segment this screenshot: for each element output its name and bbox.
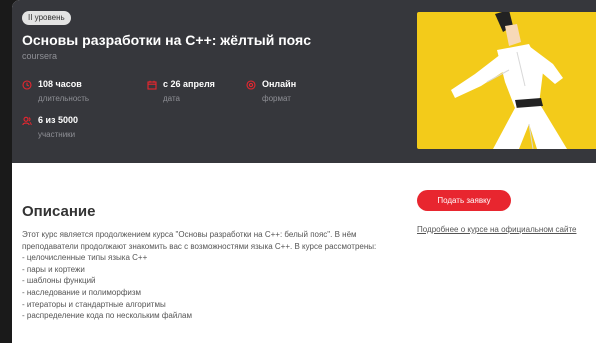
course-page: II уровень Основы разработки на C++: жёл… (12, 0, 596, 343)
list-item: - наследование и полиморфизм (22, 287, 142, 297)
course-illustration (417, 12, 596, 149)
list-item: - итераторы и стандартные алгоритмы (22, 299, 166, 309)
karate-figure-illustration (451, 12, 567, 149)
level-badge: II уровень (22, 11, 71, 25)
course-hero: II уровень Основы разработки на C++: жёл… (12, 0, 596, 163)
globe-icon (246, 80, 256, 90)
stat-duration: 108 часов длительность (22, 79, 89, 103)
provider-name: coursera (22, 51, 58, 61)
stat-value: с 26 апреля (163, 79, 215, 89)
calendar-icon (147, 80, 157, 90)
topics-list: - целочисленные типы языка C++ - пары и … (22, 252, 382, 322)
users-icon (22, 116, 32, 126)
list-item: - целочисленные типы языка C++ (22, 253, 148, 263)
stat-participants: 6 из 5000 участники (22, 115, 78, 139)
stat-value: Онлайн (262, 79, 297, 89)
course-description: Этот курс является продолжением курса "О… (22, 229, 382, 322)
clock-icon (22, 80, 32, 90)
stat-value: 6 из 5000 (38, 115, 79, 125)
course-title: Основы разработки на C++: жёлтый пояс (22, 32, 311, 48)
description-intro: Этот курс является продолжением курса "О… (22, 230, 377, 251)
stat-format: Онлайн формат (246, 79, 296, 103)
stat-value: 108 часов (38, 79, 82, 89)
stat-date: с 26 апреля дата (147, 79, 215, 103)
stat-label: формат (262, 94, 291, 103)
list-item: - шаблоны функций (22, 276, 96, 286)
apply-button[interactable]: Подать заявку (417, 190, 511, 211)
list-item: - пары и кортежи (22, 264, 85, 274)
stat-label: участники (38, 130, 76, 139)
stat-label: длительность (38, 94, 90, 103)
official-site-link[interactable]: Подробнее о курсе на официальном сайте (417, 225, 576, 234)
stat-label: дата (163, 94, 180, 103)
list-item: - распределение кода по нескольким файла… (22, 311, 192, 321)
description-heading: Описание (22, 203, 96, 220)
